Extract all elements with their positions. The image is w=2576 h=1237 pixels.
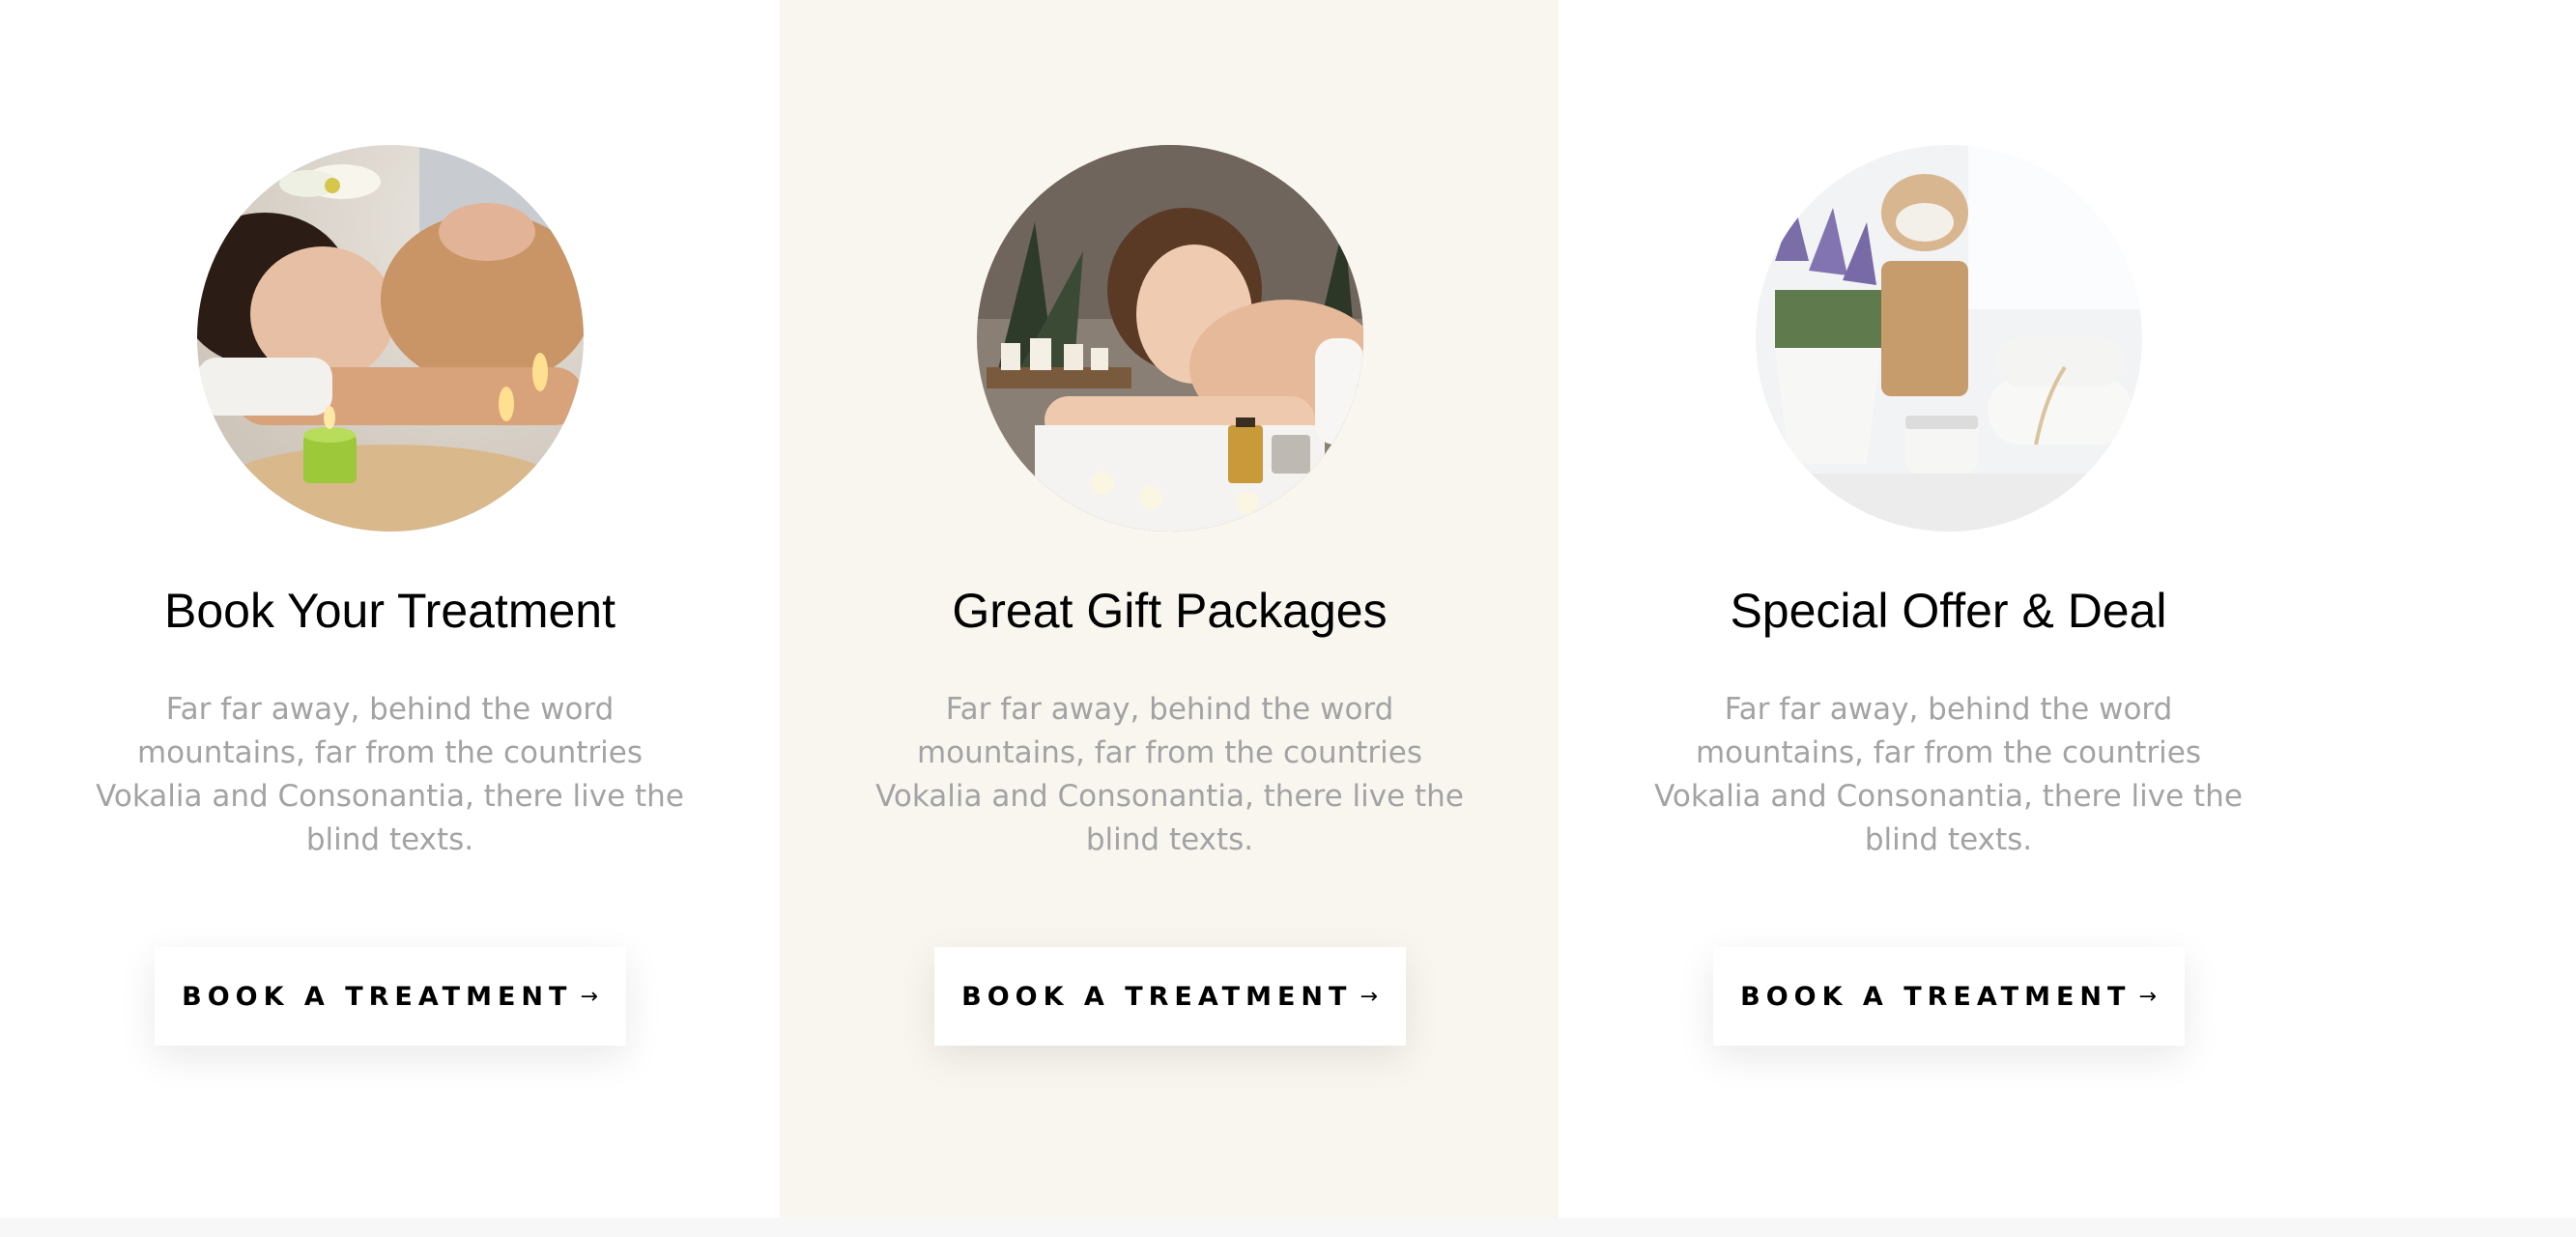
spa-lavender-products-photo <box>1755 145 2142 532</box>
card-title: Special Offer & Deal <box>1730 584 2167 638</box>
book-treatment-button[interactable]: BOOK A TREATMENT → <box>1712 947 2185 1046</box>
arrow-right-icon: → <box>1360 984 1378 1009</box>
card-description: Far far away, behind the word mountains,… <box>1654 692 2243 857</box>
card-description: Far far away, behind the word mountains,… <box>96 692 684 857</box>
card-title: Great Gift Packages <box>952 584 1388 638</box>
arrow-right-icon: → <box>2138 984 2157 1009</box>
card-title: Book Your Treatment <box>164 584 615 638</box>
book-treatment-button[interactable]: BOOK A TREATMENT → <box>154 947 626 1046</box>
button-label: BOOK A TREATMENT <box>1740 981 2132 1012</box>
service-card-treatment: Book Your Treatment Far far away, behind… <box>0 0 780 1218</box>
card-description: Far far away, behind the word mountains,… <box>875 692 1464 857</box>
button-label: BOOK A TREATMENT <box>961 981 1353 1012</box>
service-card-offer: Special Offer & Deal Far far away, behin… <box>1559 0 2576 1218</box>
arrow-right-icon: → <box>580 984 598 1009</box>
button-label: BOOK A TREATMENT <box>182 981 573 1012</box>
services-section: Book Your Treatment Far far away, behind… <box>0 0 2576 1218</box>
book-treatment-button[interactable]: BOOK A TREATMENT → <box>933 947 1406 1046</box>
spa-massage-photo <box>196 145 584 532</box>
service-card-gift: Great Gift Packages Far far away, behind… <box>780 0 1559 1218</box>
spa-woman-relaxing-photo <box>976 145 1363 532</box>
